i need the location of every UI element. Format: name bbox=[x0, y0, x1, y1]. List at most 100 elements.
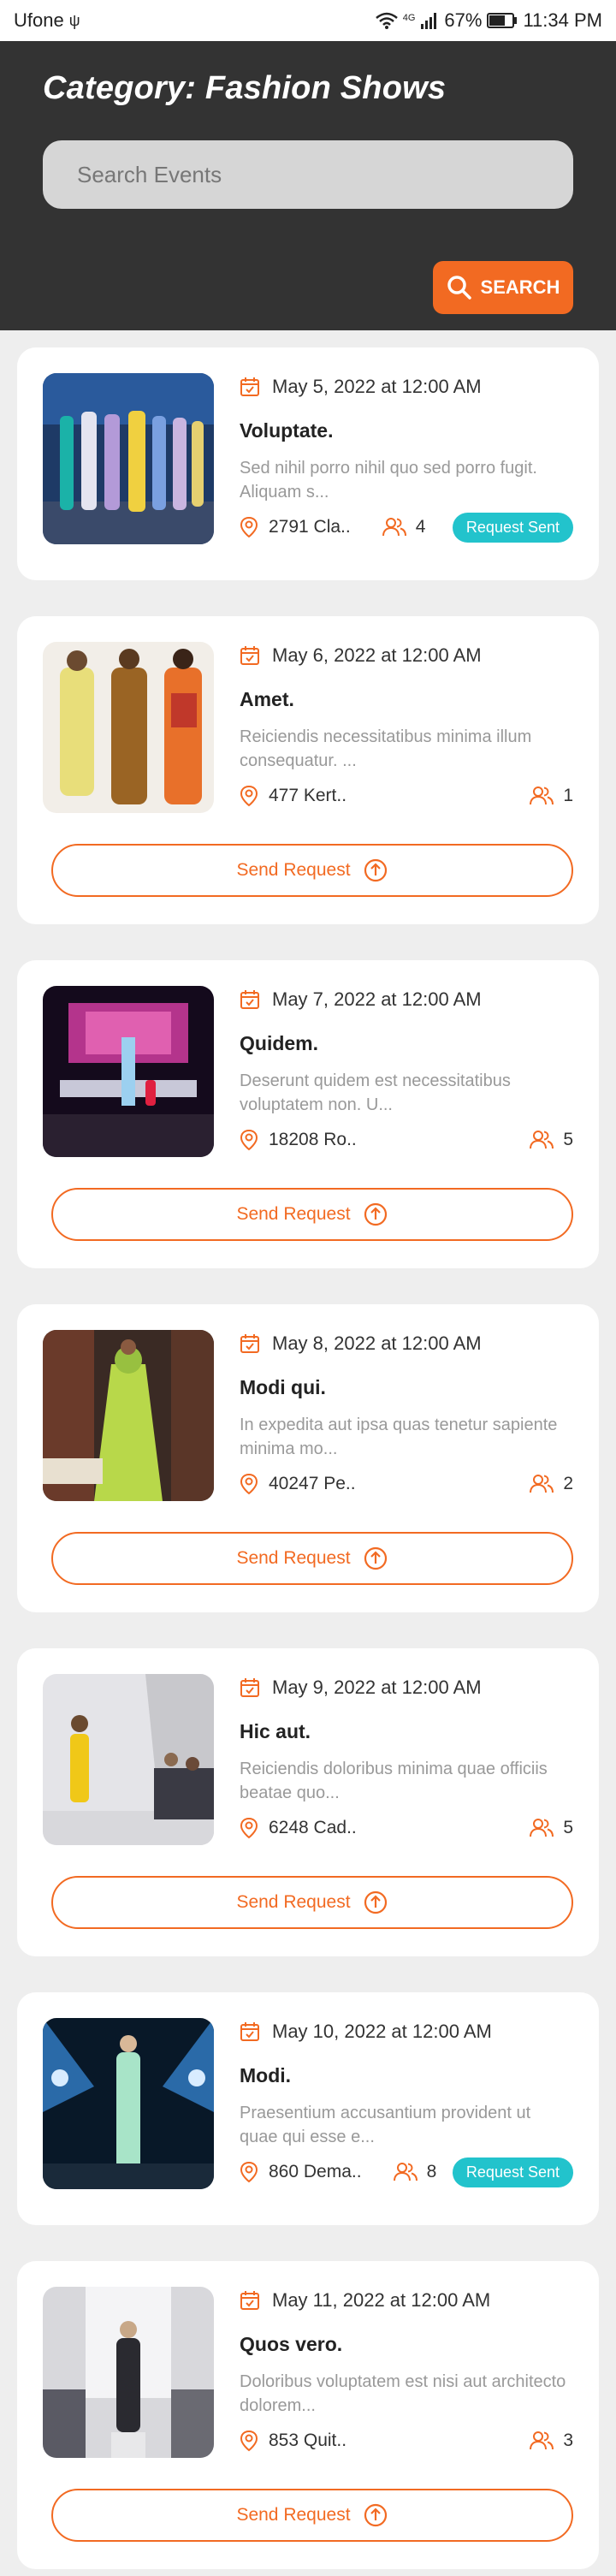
event-date-row: May 10, 2022 at 12:00 AM bbox=[240, 2018, 573, 2045]
location-group: 477 Kert.. bbox=[240, 785, 346, 807]
attendees-group: 3 bbox=[529, 2431, 573, 2451]
event-meta: 6248 Cad.. 5 bbox=[240, 1813, 573, 1843]
calendar-icon bbox=[240, 990, 259, 1009]
event-meta: 477 Kert.. 1 bbox=[240, 781, 573, 811]
attendee-count: 5 bbox=[563, 1818, 573, 1837]
event-title: Amet. bbox=[240, 688, 294, 710]
send-request-button[interactable]: Send Request bbox=[51, 1532, 573, 1585]
send-request-button[interactable]: Send Request bbox=[51, 1876, 573, 1929]
send-request-label: Send Request bbox=[236, 2505, 351, 2525]
network-type-label: 4G bbox=[402, 13, 416, 23]
event-description: Praesentium accusantium provident ut qua… bbox=[240, 2104, 531, 2146]
event-date: May 11, 2022 at 12:00 AM bbox=[272, 2289, 491, 2311]
event-date: May 6, 2022 at 12:00 AM bbox=[272, 644, 482, 666]
event-list: May 5, 2022 at 12:00 AM Voluptate. Sed n… bbox=[17, 347, 599, 2576]
attendees-group: 5 bbox=[529, 1130, 573, 1150]
event-info: May 11, 2022 at 12:00 AM Quos vero. Dolo… bbox=[240, 2287, 573, 2418]
carrier-label: Ufone bbox=[14, 9, 64, 31]
event-date-row: May 5, 2022 at 12:00 AM bbox=[240, 373, 573, 401]
arrow-up-circle-icon bbox=[364, 2503, 387, 2527]
event-title: Quos vero. bbox=[240, 2333, 343, 2355]
event-image bbox=[43, 1330, 214, 1501]
event-image bbox=[43, 2018, 214, 2189]
event-description: Reiciendis necessitatibus minima illum c… bbox=[240, 727, 532, 770]
status-right: 4G 67% 11:34 PM bbox=[375, 9, 602, 32]
event-location: 860 Dema.. bbox=[269, 2162, 362, 2181]
event-title: Quidem. bbox=[240, 1032, 319, 1054]
send-request-button[interactable]: Send Request bbox=[51, 1188, 573, 1241]
calendar-icon bbox=[240, 2022, 259, 2041]
event-info: May 10, 2022 at 12:00 AM Modi. Praesenti… bbox=[240, 2018, 573, 2149]
calendar-icon bbox=[240, 646, 259, 665]
attendees-group: 2 bbox=[529, 1474, 573, 1494]
event-image bbox=[43, 642, 214, 813]
event-meta: 18208 Ro.. 5 bbox=[240, 1125, 573, 1155]
event-meta: 853 Quit.. 3 bbox=[240, 2425, 573, 2456]
arrow-up-circle-icon bbox=[364, 1546, 387, 1570]
event-description: Sed nihil porro nihil quo sed porro fugi… bbox=[240, 459, 537, 502]
status-left: Ufone ψ bbox=[14, 9, 80, 32]
location-group: 6248 Cad.. bbox=[240, 1817, 357, 1839]
usb-icon: ψ bbox=[68, 11, 80, 29]
arrow-up-circle-icon bbox=[364, 1202, 387, 1226]
event-date-row: May 9, 2022 at 12:00 AM bbox=[240, 1674, 573, 1701]
event-card[interactable]: May 8, 2022 at 12:00 AM Modi qui. In exp… bbox=[17, 1304, 599, 1612]
calendar-icon bbox=[240, 1334, 259, 1353]
location-group: 18208 Ro.. bbox=[240, 1129, 357, 1151]
clock: 11:34 PM bbox=[523, 9, 602, 31]
users-icon bbox=[530, 1819, 554, 1837]
attendee-count: 2 bbox=[563, 1474, 573, 1493]
request-sent-badge: Request Sent bbox=[452, 512, 573, 543]
event-meta: 40247 Pe.. 2 bbox=[240, 1469, 573, 1499]
attendee-count: 1 bbox=[563, 786, 573, 805]
event-image bbox=[43, 1674, 214, 1845]
status-bar: Ufone ψ 4G 67% 11:34 PM bbox=[0, 0, 616, 41]
event-date: May 5, 2022 at 12:00 AM bbox=[272, 376, 482, 397]
event-date-row: May 8, 2022 at 12:00 AM bbox=[240, 1330, 573, 1357]
users-icon bbox=[530, 786, 554, 805]
location-group: 853 Quit.. bbox=[240, 2430, 346, 2452]
event-title: Modi qui. bbox=[240, 1376, 326, 1398]
event-card[interactable]: May 11, 2022 at 12:00 AM Quos vero. Dolo… bbox=[17, 2261, 599, 2569]
location-pin-icon bbox=[240, 1473, 258, 1495]
event-card[interactable]: May 6, 2022 at 12:00 AM Amet. Reiciendis… bbox=[17, 616, 599, 924]
event-location: 853 Quit.. bbox=[269, 2431, 347, 2450]
event-card[interactable]: May 9, 2022 at 12:00 AM Hic aut. Reicien… bbox=[17, 1648, 599, 1956]
attendees-group: 8 bbox=[393, 2162, 437, 2182]
send-request-label: Send Request bbox=[236, 1548, 351, 1568]
location-pin-icon bbox=[240, 516, 258, 538]
search-input[interactable] bbox=[43, 140, 573, 209]
event-description: Doloribus voluptatem est nisi aut archit… bbox=[240, 2372, 566, 2415]
calendar-icon bbox=[240, 2291, 259, 2310]
event-location: 18208 Ro.. bbox=[269, 1130, 357, 1149]
users-icon bbox=[530, 2431, 554, 2450]
request-sent-badge: Request Sent bbox=[452, 2157, 573, 2187]
wifi-icon bbox=[375, 12, 398, 29]
event-date: May 10, 2022 at 12:00 AM bbox=[272, 2021, 492, 2042]
search-button-label: SEARCH bbox=[480, 276, 560, 298]
location-pin-icon bbox=[240, 785, 258, 807]
event-card[interactable]: May 5, 2022 at 12:00 AM Voluptate. Sed n… bbox=[17, 347, 599, 580]
event-description: Reiciendis doloribus minima quae officii… bbox=[240, 1760, 548, 1802]
users-icon bbox=[382, 518, 406, 537]
event-meta: 2791 Cla.. 4 Request Sent bbox=[240, 512, 573, 543]
event-info: May 9, 2022 at 12:00 AM Hic aut. Reicien… bbox=[240, 1674, 573, 1805]
send-request-label: Send Request bbox=[236, 860, 351, 880]
event-date-row: May 7, 2022 at 12:00 AM bbox=[240, 986, 573, 1013]
users-icon bbox=[393, 2163, 418, 2181]
location-group: 860 Dema.. 8 bbox=[240, 2161, 436, 2183]
event-image bbox=[43, 2287, 214, 2458]
event-image bbox=[43, 373, 214, 544]
send-request-button[interactable]: Send Request bbox=[51, 844, 573, 897]
event-description: In expedita aut ipsa quas tenetur sapien… bbox=[240, 1416, 558, 1458]
send-request-button[interactable]: Send Request bbox=[51, 2489, 573, 2542]
event-card[interactable]: May 10, 2022 at 12:00 AM Modi. Praesenti… bbox=[17, 1992, 599, 2225]
event-location: 6248 Cad.. bbox=[269, 1818, 357, 1837]
attendee-count: 8 bbox=[426, 2162, 437, 2181]
event-title: Modi. bbox=[240, 2064, 292, 2086]
search-button[interactable]: SEARCH bbox=[433, 261, 573, 314]
event-card[interactable]: May 7, 2022 at 12:00 AM Quidem. Deserunt… bbox=[17, 960, 599, 1268]
attendees-group: 4 bbox=[382, 517, 425, 537]
page-title: Category: Fashion Shows bbox=[43, 70, 447, 106]
event-meta: 860 Dema.. 8 Request Sent bbox=[240, 2157, 573, 2187]
